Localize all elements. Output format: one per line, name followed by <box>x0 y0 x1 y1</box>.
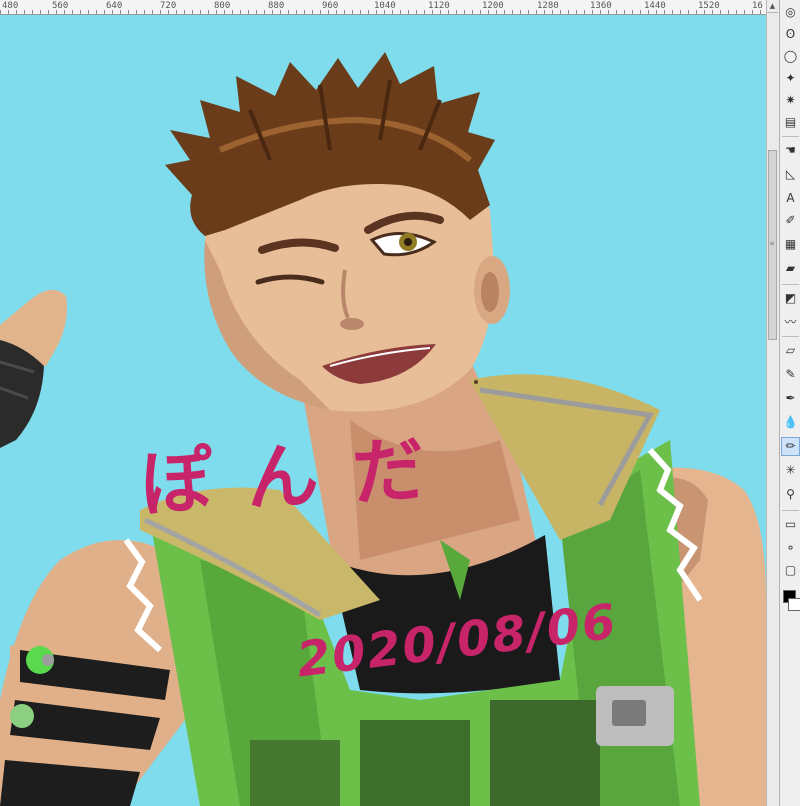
balloon-icon[interactable]: ✐ <box>782 212 799 229</box>
tool-palette: ◎ ʘ ◯ ✦ ✷ ▤ ☚ ◺ A ✐ ▦ ▰ ◩ 〰 ▱ ✎ ✒ 💧 ✏ ✳ … <box>779 0 800 806</box>
toolbar-divider <box>782 510 799 511</box>
horizontal-ruler: 480 560 640 720 800 880 960 1040 1120 12… <box>0 0 766 15</box>
fill-icon[interactable]: ▰ <box>782 260 799 277</box>
airbrush-icon[interactable]: ✳ <box>782 462 799 479</box>
grid-icon[interactable]: ▦ <box>782 236 799 253</box>
toolbar-divider <box>782 336 799 337</box>
character-illustration <box>0 52 766 806</box>
scroll-up-arrow-icon[interactable]: ▲ <box>767 0 778 13</box>
scrollbar-grip-icon: ≡ <box>769 240 775 247</box>
layers-icon[interactable]: ▤ <box>782 114 799 131</box>
lasso-icon[interactable]: ʘ <box>782 26 799 43</box>
signature-name: ぽんだ <box>138 425 461 527</box>
text-icon[interactable]: A <box>782 190 799 207</box>
toolbar-divider <box>782 284 799 285</box>
ruler-icon[interactable]: ◺ <box>782 166 799 183</box>
figure-icon[interactable]: ▭ <box>782 516 799 533</box>
ruler-ticks <box>0 10 766 14</box>
ellipse-icon[interactable]: ◯ <box>782 48 799 65</box>
ring-icon[interactable]: ◎ <box>782 4 799 21</box>
frame-icon[interactable]: ▢ <box>782 562 799 579</box>
eraser-icon[interactable]: ▱ <box>782 342 799 359</box>
sparkle-icon[interactable]: ✦ <box>782 70 799 87</box>
vertical-scrollbar[interactable]: ▲ ≡ <box>766 0 779 806</box>
dropper-icon[interactable]: ⚲ <box>782 486 799 503</box>
picker-icon[interactable]: ⚬ <box>782 540 799 557</box>
drawing-canvas[interactable]: ぽんだ 2020/08/06 <box>0 15 766 806</box>
star-icon[interactable]: ✷ <box>782 92 799 109</box>
hand-icon[interactable]: ☚ <box>782 142 799 159</box>
blend-icon[interactable]: 💧 <box>782 414 799 431</box>
pen-icon[interactable]: ✎ <box>782 366 799 383</box>
marker-icon[interactable]: ✒ <box>782 390 799 407</box>
pencil-icon[interactable]: ✏ <box>781 437 800 456</box>
arm-gauntlet <box>0 638 170 806</box>
sub-color-swatch[interactable] <box>788 598 800 611</box>
toolbar-divider <box>782 136 799 137</box>
left-hand <box>0 289 67 448</box>
brush-icon[interactable]: 〰 <box>782 314 799 331</box>
gradient-icon[interactable]: ◩ <box>782 290 799 307</box>
